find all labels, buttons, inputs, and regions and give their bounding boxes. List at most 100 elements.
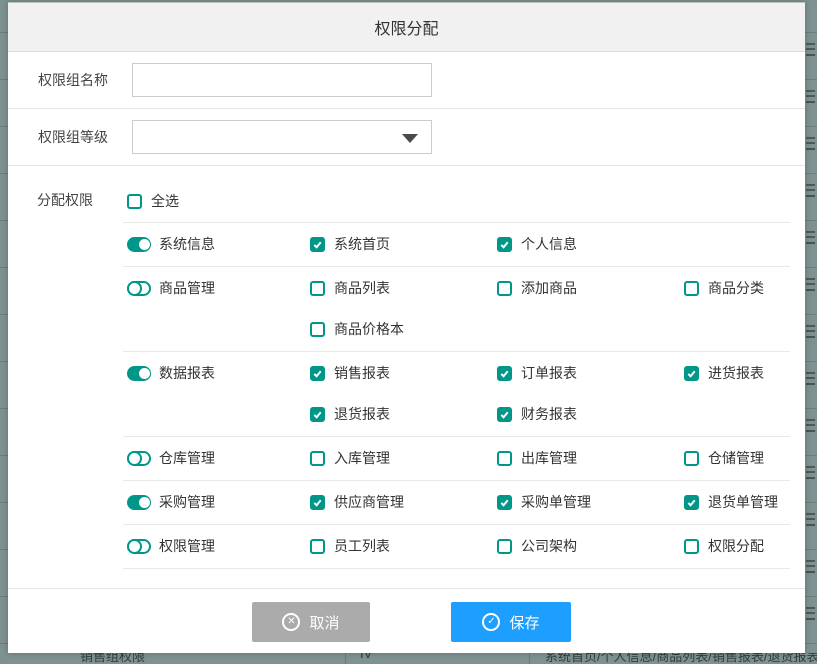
permission-checkbox[interactable]	[310, 366, 325, 381]
group-name-input[interactable]	[132, 63, 432, 97]
toggle-knob-icon	[139, 497, 150, 508]
permissions-grid: 全选 系统信息 系统首页 个人信息 商品管理 商品列表	[123, 180, 790, 588]
permission-group-row: 系统信息 系统首页 个人信息	[123, 222, 790, 266]
circle-check-icon: ✓	[482, 613, 500, 631]
group-toggle[interactable]	[127, 539, 151, 554]
permission-item: 商品价格本	[310, 319, 497, 340]
cancel-button-label: 取消	[309, 612, 339, 633]
group-level-selected-value	[133, 129, 149, 145]
group-items: 供应商管理 采购单管理 退货单管理	[310, 492, 790, 513]
permission-checkbox[interactable]	[497, 495, 512, 510]
permission-label: 退货报表	[334, 404, 390, 425]
group-name: 系统信息	[159, 234, 215, 255]
permission-item: 出库管理	[497, 448, 684, 469]
permission-checkbox[interactable]	[497, 281, 512, 296]
permission-checkbox[interactable]	[310, 237, 325, 252]
group-items: 销售报表 订单报表 进货报表 退货报表 财务报表	[310, 363, 790, 425]
permission-assign-dialog: 权限分配 权限组名称 权限组等级 分配权限 全选 系统信息	[8, 2, 805, 653]
group-toggle[interactable]	[127, 281, 151, 296]
save-button[interactable]: ✓ 保存	[451, 602, 571, 642]
group-items: 系统首页 个人信息	[310, 234, 790, 255]
permission-label: 权限分配	[708, 536, 764, 557]
permission-label: 添加商品	[521, 278, 577, 299]
permission-group-row: 采购管理 供应商管理 采购单管理 退货单管理	[123, 480, 790, 524]
check-icon	[499, 368, 510, 379]
permission-item: 入库管理	[310, 448, 497, 469]
permission-checkbox[interactable]	[497, 407, 512, 422]
group-level-select[interactable]	[132, 120, 432, 154]
permission-checkbox[interactable]	[497, 451, 512, 466]
check-icon	[312, 368, 323, 379]
permission-checkbox[interactable]	[684, 451, 699, 466]
permission-checkbox[interactable]	[497, 366, 512, 381]
bg-cell-divider	[345, 653, 346, 664]
permission-item: 采购单管理	[497, 492, 684, 513]
permission-item: 商品列表	[310, 278, 497, 299]
permission-item: 仓储管理	[684, 448, 790, 469]
group-toggle[interactable]	[127, 495, 151, 510]
permission-checkbox[interactable]	[310, 539, 325, 554]
permission-item: 权限分配	[684, 536, 790, 557]
check-icon	[499, 497, 510, 508]
background-table-right-edge	[806, 30, 815, 650]
permission-checkbox[interactable]	[310, 407, 325, 422]
check-icon	[499, 409, 510, 420]
permission-label: 进货报表	[708, 363, 764, 384]
group-name: 商品管理	[159, 278, 215, 299]
circle-x-icon: ✕	[282, 613, 300, 631]
dialog-header: 权限分配	[8, 3, 805, 52]
permission-group-row: 数据报表 销售报表 订单报表 进货报表 退货报表 财务报表	[123, 351, 790, 436]
dropdown-caret-icon	[402, 134, 418, 143]
cancel-button[interactable]: ✕ 取消	[252, 602, 370, 642]
group-name-cell: 采购管理	[127, 492, 310, 513]
permission-item: 个人信息	[497, 234, 684, 255]
permission-checkbox[interactable]	[684, 495, 699, 510]
permission-item: 进货报表	[684, 363, 790, 384]
permission-label: 入库管理	[334, 448, 390, 469]
permission-checkbox[interactable]	[684, 366, 699, 381]
permission-item: 商品分类	[684, 278, 790, 299]
permission-checkbox[interactable]	[497, 539, 512, 554]
permission-label: 商品列表	[334, 278, 390, 299]
permission-checkbox[interactable]	[310, 281, 325, 296]
toggle-knob-icon	[127, 281, 142, 296]
group-items: 商品列表 添加商品 商品分类 商品价格本	[310, 278, 790, 340]
check-icon	[686, 497, 697, 508]
group-items: 员工列表 公司架构 权限分配	[310, 536, 790, 557]
dialog-footer: ✕ 取消 ✓ 保存	[8, 588, 805, 653]
toggle-knob-icon	[139, 368, 150, 379]
permission-item: 系统首页	[310, 234, 497, 255]
assign-permissions-section: 分配权限 全选 系统信息 系统首页 个人信息 商品	[8, 166, 805, 588]
group-toggle[interactable]	[127, 366, 151, 381]
permission-group-row: 仓库管理 入库管理 出库管理 仓储管理	[123, 436, 790, 480]
permission-label: 个人信息	[521, 234, 577, 255]
group-name: 采购管理	[159, 492, 215, 513]
check-icon	[312, 497, 323, 508]
permission-item: 退货报表	[310, 404, 497, 425]
toggle-knob-icon	[139, 239, 150, 250]
group-items: 入库管理 出库管理 仓储管理	[310, 448, 790, 469]
permission-label: 供应商管理	[334, 492, 404, 513]
select-all-row: 全选	[123, 180, 790, 222]
bg-cell-permissions: 系统首页/个人信息/商品列表/销售报表/退货报表	[545, 653, 817, 664]
form-row-group-level: 权限组等级	[8, 109, 805, 166]
group-name-cell: 数据报表	[127, 363, 310, 384]
permission-checkbox[interactable]	[310, 451, 325, 466]
permission-checkbox[interactable]	[684, 539, 699, 554]
permission-label: 系统首页	[334, 234, 390, 255]
select-all-checkbox[interactable]	[127, 194, 142, 209]
permission-checkbox[interactable]	[310, 322, 325, 337]
permission-label: 商品分类	[708, 278, 764, 299]
permission-checkbox[interactable]	[310, 495, 325, 510]
toggle-knob-icon	[127, 451, 142, 466]
permission-checkbox[interactable]	[684, 281, 699, 296]
permission-groups: 系统信息 系统首页 个人信息 商品管理 商品列表 添加商品	[123, 222, 790, 569]
permission-checkbox[interactable]	[497, 237, 512, 252]
group-toggle[interactable]	[127, 237, 151, 252]
group-toggle[interactable]	[127, 451, 151, 466]
group-name: 仓库管理	[159, 448, 215, 469]
dialog-title: 权限分配	[374, 15, 438, 39]
permission-label: 出库管理	[521, 448, 577, 469]
group-name-cell: 权限管理	[127, 536, 310, 557]
permission-label: 退货单管理	[708, 492, 778, 513]
